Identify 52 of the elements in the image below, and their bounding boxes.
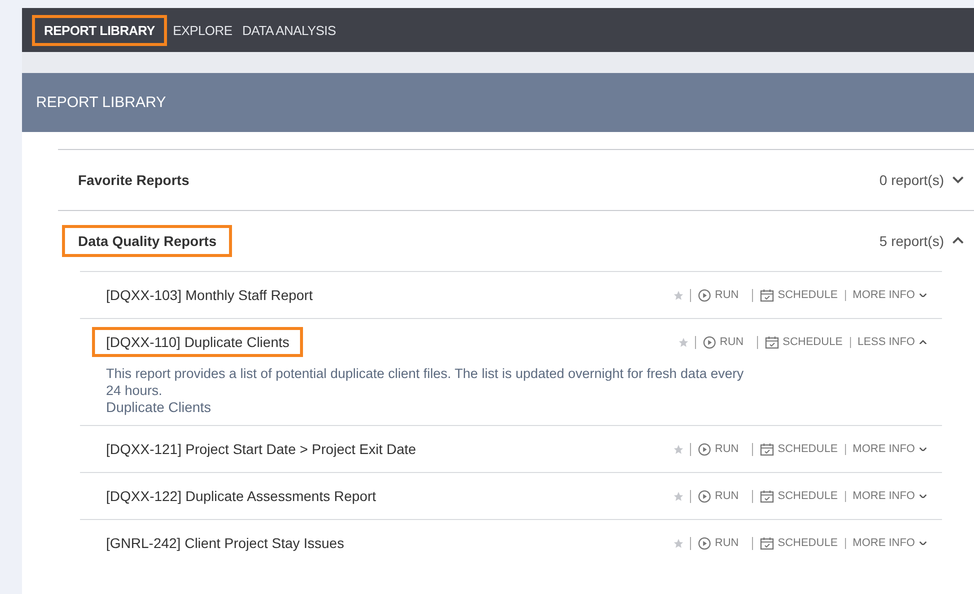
- chevron-down-icon: [952, 176, 964, 184]
- report-title[interactable]: [DQXX-103] Monthly Staff Report: [106, 287, 313, 303]
- play-icon: [698, 442, 711, 456]
- nav-tab[interactable]: REPORT LIBRARY: [32, 14, 167, 46]
- section-title: Favorite Reports: [78, 172, 190, 188]
- schedule-button[interactable]: SCHEDULE: [752, 442, 845, 456]
- report-link[interactable]: Duplicate Clients: [106, 399, 212, 425]
- star-icon[interactable]: [672, 290, 684, 300]
- section-toggle[interactable]: 0 report(s): [879, 172, 964, 188]
- run-button[interactable]: RUN: [694, 336, 751, 348]
- report-title[interactable]: [DQXX-110] Duplicate Clients: [92, 327, 304, 357]
- section-toggle[interactable]: 5 report(s): [879, 233, 964, 249]
- star-icon[interactable]: [672, 538, 684, 548]
- play-icon: [702, 336, 716, 348]
- nav-tab[interactable]: DATA ANALYSIS: [238, 14, 340, 46]
- star-icon[interactable]: [672, 490, 684, 502]
- play-icon: [698, 288, 711, 302]
- calendar-icon: [764, 336, 779, 348]
- chevron-up-icon: [952, 237, 964, 245]
- info-toggle[interactable]: MORE INFO: [844, 490, 934, 502]
- page-title: REPORT LIBRARY: [36, 94, 166, 111]
- play-icon: [698, 536, 711, 550]
- chevron-down-icon: [919, 494, 927, 498]
- calendar-icon: [760, 490, 774, 502]
- star-icon[interactable]: [678, 336, 689, 348]
- report-title[interactable]: [DQXX-121] Project Start Date > Project Exit Date: [106, 441, 416, 457]
- chevron-up-icon: [919, 340, 927, 344]
- info-toggle[interactable]: MORE INFO: [844, 538, 934, 548]
- schedule-button[interactable]: SCHEDULE: [752, 288, 845, 302]
- schedule-button[interactable]: SCHEDULE: [756, 336, 850, 348]
- info-toggle[interactable]: LESS INFO: [850, 336, 934, 348]
- run-button[interactable]: RUN: [690, 490, 746, 502]
- section-title: Data Quality Reports: [62, 225, 232, 257]
- run-button[interactable]: RUN: [690, 442, 746, 456]
- report-description: This report provides a list of potential duplicate client files. The list is updated overnight for fresh data every 24 hours.: [106, 365, 745, 399]
- chevron-down-icon: [919, 292, 927, 298]
- calendar-icon: [760, 442, 774, 456]
- play-icon: [698, 490, 711, 502]
- chevron-down-icon: [919, 540, 927, 546]
- chevron-down-icon: [919, 446, 927, 452]
- run-button[interactable]: RUN: [690, 536, 746, 550]
- calendar-icon: [760, 536, 774, 550]
- info-toggle[interactable]: MORE INFO: [844, 444, 934, 454]
- schedule-button[interactable]: SCHEDULE: [752, 536, 845, 550]
- run-button[interactable]: RUN: [690, 288, 746, 302]
- report-title[interactable]: [GNRL-242] Client Project Stay Issues: [106, 535, 344, 551]
- report-title[interactable]: [DQXX-122] Duplicate Assessments Report: [106, 488, 376, 504]
- info-toggle[interactable]: MORE INFO: [844, 290, 934, 300]
- star-icon[interactable]: [672, 444, 684, 454]
- nav-tab[interactable]: EXPLORE: [168, 14, 236, 46]
- schedule-button[interactable]: SCHEDULE: [752, 490, 845, 502]
- calendar-icon: [760, 288, 774, 302]
